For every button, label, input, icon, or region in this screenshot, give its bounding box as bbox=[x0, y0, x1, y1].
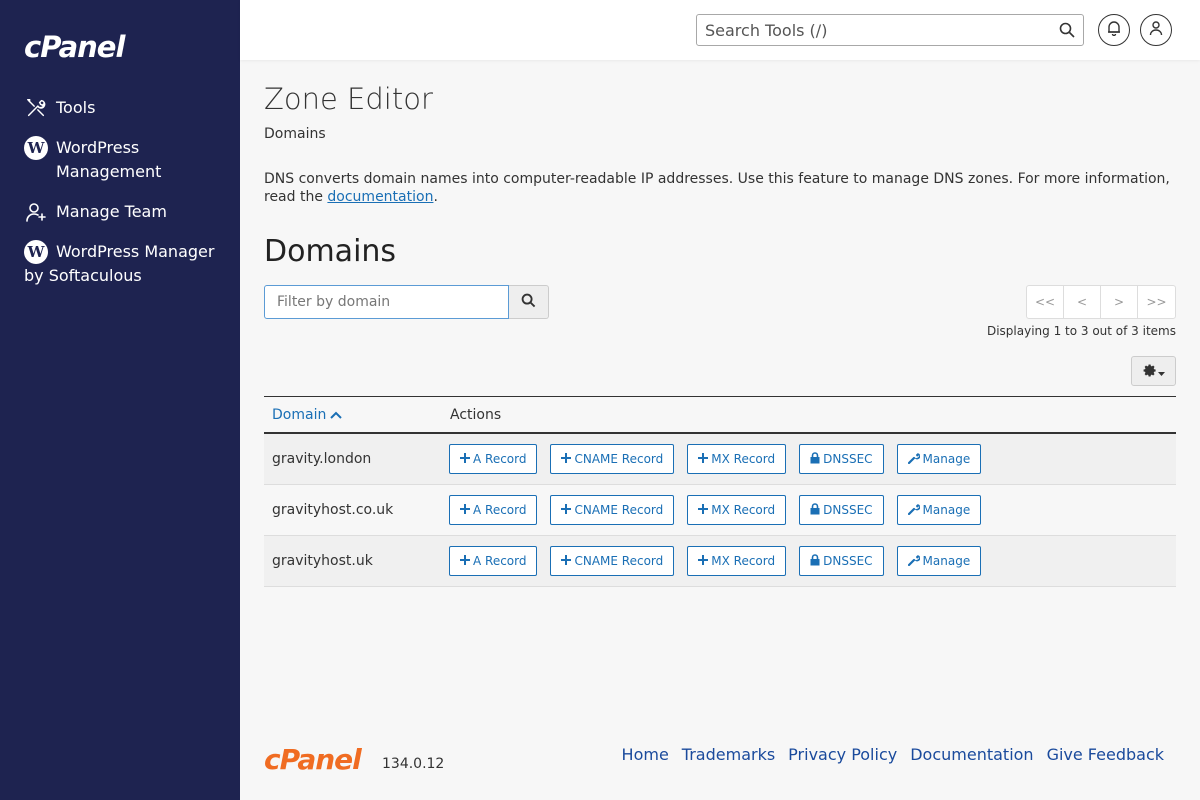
lock-icon bbox=[810, 451, 820, 467]
page-title: Zone Editor bbox=[264, 82, 433, 116]
plus-icon bbox=[460, 554, 470, 568]
add-a-record-button[interactable]: A Record bbox=[449, 444, 538, 474]
plus-icon bbox=[460, 452, 470, 466]
plus-icon bbox=[698, 554, 709, 568]
footer-link-privacy-policy[interactable]: Privacy Policy bbox=[788, 745, 897, 764]
domain-cell: gravityhost.uk bbox=[272, 553, 373, 569]
wrench-icon bbox=[907, 452, 920, 467]
add-mx-record-button[interactable]: MX Record bbox=[687, 495, 787, 525]
table-body: gravity.london A Record CNAME Record MX … bbox=[264, 434, 1176, 587]
user-menu-button[interactable] bbox=[1140, 14, 1172, 46]
section-title: Domains bbox=[264, 234, 397, 269]
manage-button[interactable]: Manage bbox=[896, 495, 982, 525]
footer-link-give-feedback[interactable]: Give Feedback bbox=[1047, 745, 1164, 764]
add-cname-record-button[interactable]: CNAME Record bbox=[550, 444, 675, 474]
wrench-icon bbox=[907, 503, 920, 518]
filter-search-button[interactable] bbox=[509, 285, 549, 319]
pagination: << < > >> bbox=[1026, 285, 1176, 319]
plus-icon bbox=[561, 503, 572, 517]
caret-down-icon bbox=[1157, 362, 1165, 381]
bell-icon bbox=[1107, 20, 1121, 40]
search-icon[interactable] bbox=[1059, 22, 1075, 42]
wordpress-icon: W bbox=[24, 136, 48, 160]
domain-filter bbox=[264, 285, 549, 319]
domain-column-header[interactable]: Domain bbox=[264, 407, 450, 423]
table-header: Domain Actions bbox=[264, 396, 1176, 434]
previous-page-button[interactable]: < bbox=[1064, 286, 1101, 318]
sidebar-item-label: Manage Team bbox=[56, 202, 167, 221]
sidebar-item-label: WordPress Management bbox=[56, 138, 162, 181]
notifications-button[interactable] bbox=[1098, 14, 1130, 46]
add-cname-record-button[interactable]: CNAME Record bbox=[550, 546, 675, 576]
plus-icon bbox=[460, 503, 470, 517]
sidebar-item-tools[interactable]: Tools bbox=[24, 96, 224, 120]
search-tools bbox=[696, 14, 1084, 46]
next-page-button[interactable]: > bbox=[1101, 286, 1138, 318]
manage-team-icon bbox=[24, 200, 48, 224]
plus-icon bbox=[698, 452, 709, 466]
plus-icon bbox=[698, 503, 709, 517]
row-actions: A Record CNAME Record MX Record DNSSEC M… bbox=[449, 495, 982, 525]
manage-button[interactable]: Manage bbox=[896, 444, 982, 474]
sidebar-item-label: Tools bbox=[56, 98, 96, 117]
dnssec-button[interactable]: DNSSEC bbox=[799, 546, 884, 576]
footer-link-documentation[interactable]: Documentation bbox=[910, 745, 1033, 764]
user-icon bbox=[1149, 20, 1163, 40]
add-mx-record-button[interactable]: MX Record bbox=[687, 444, 787, 474]
dnssec-button[interactable]: DNSSEC bbox=[799, 444, 884, 474]
table-row: gravityhost.co.uk A Record CNAME Record … bbox=[264, 485, 1176, 536]
lock-icon bbox=[810, 553, 820, 569]
search-input[interactable] bbox=[697, 15, 1047, 45]
manage-button[interactable]: Manage bbox=[896, 546, 982, 576]
wordpress-icon: W bbox=[24, 240, 48, 264]
sort-ascending-icon bbox=[330, 407, 343, 423]
top-header bbox=[240, 0, 1200, 60]
plus-icon bbox=[561, 554, 572, 568]
row-actions: A Record CNAME Record MX Record DNSSEC M… bbox=[449, 546, 982, 576]
cpanel-logo[interactable]: cPanel bbox=[24, 30, 125, 64]
actions-column-header: Actions bbox=[450, 406, 502, 423]
footer-cpanel-logo: cPanel bbox=[264, 743, 362, 776]
page-description: DNS converts domain names into computer-… bbox=[264, 171, 1170, 205]
domain-cell: gravityhost.co.uk bbox=[272, 502, 394, 518]
pager-info: Displaying 1 to 3 out of 3 items bbox=[986, 324, 1176, 338]
search-icon bbox=[521, 293, 536, 312]
sidebar-item-label: WordPress Manager by Softaculous bbox=[24, 242, 215, 285]
footer-links: Home Trademarks Privacy Policy Documenta… bbox=[622, 745, 1164, 764]
add-a-record-button[interactable]: A Record bbox=[449, 495, 538, 525]
sidebar: cPanel Tools W WordPress Management Mana… bbox=[0, 0, 240, 800]
add-a-record-button[interactable]: A Record bbox=[449, 546, 538, 576]
filter-input[interactable] bbox=[264, 285, 509, 319]
domains-table: Domain Actions gravity.london A Record C… bbox=[264, 396, 1176, 587]
last-page-button[interactable]: >> bbox=[1138, 286, 1175, 318]
footer-link-trademarks[interactable]: Trademarks bbox=[682, 745, 775, 764]
sidebar-nav: Tools W WordPress Management Manage Team… bbox=[24, 96, 224, 304]
table-row: gravity.london A Record CNAME Record MX … bbox=[264, 434, 1176, 485]
first-page-button[interactable]: << bbox=[1027, 286, 1064, 318]
wrench-icon bbox=[907, 554, 920, 569]
table-row: gravityhost.uk A Record CNAME Record MX … bbox=[264, 536, 1176, 587]
add-cname-record-button[interactable]: CNAME Record bbox=[550, 495, 675, 525]
domain-cell: gravity.london bbox=[272, 451, 372, 467]
lock-icon bbox=[810, 502, 820, 518]
sidebar-item-manage-team[interactable]: Manage Team bbox=[24, 200, 224, 224]
sidebar-item-wordpress-manager-softaculous[interactable]: W WordPress Manager by Softaculous bbox=[24, 240, 224, 288]
version-text: 134.0.12 bbox=[382, 756, 445, 772]
dnssec-button[interactable]: DNSSEC bbox=[799, 495, 884, 525]
documentation-link[interactable]: documentation bbox=[327, 189, 433, 205]
add-mx-record-button[interactable]: MX Record bbox=[687, 546, 787, 576]
footer-link-home[interactable]: Home bbox=[622, 745, 669, 764]
row-actions: A Record CNAME Record MX Record DNSSEC M… bbox=[449, 444, 982, 474]
sidebar-item-wordpress-management[interactable]: W WordPress Management bbox=[24, 136, 224, 184]
settings-dropdown-button[interactable] bbox=[1131, 356, 1176, 386]
gear-icon bbox=[1143, 362, 1156, 381]
tools-icon bbox=[24, 96, 48, 120]
breadcrumb: Domains bbox=[264, 126, 326, 142]
plus-icon bbox=[561, 452, 572, 466]
